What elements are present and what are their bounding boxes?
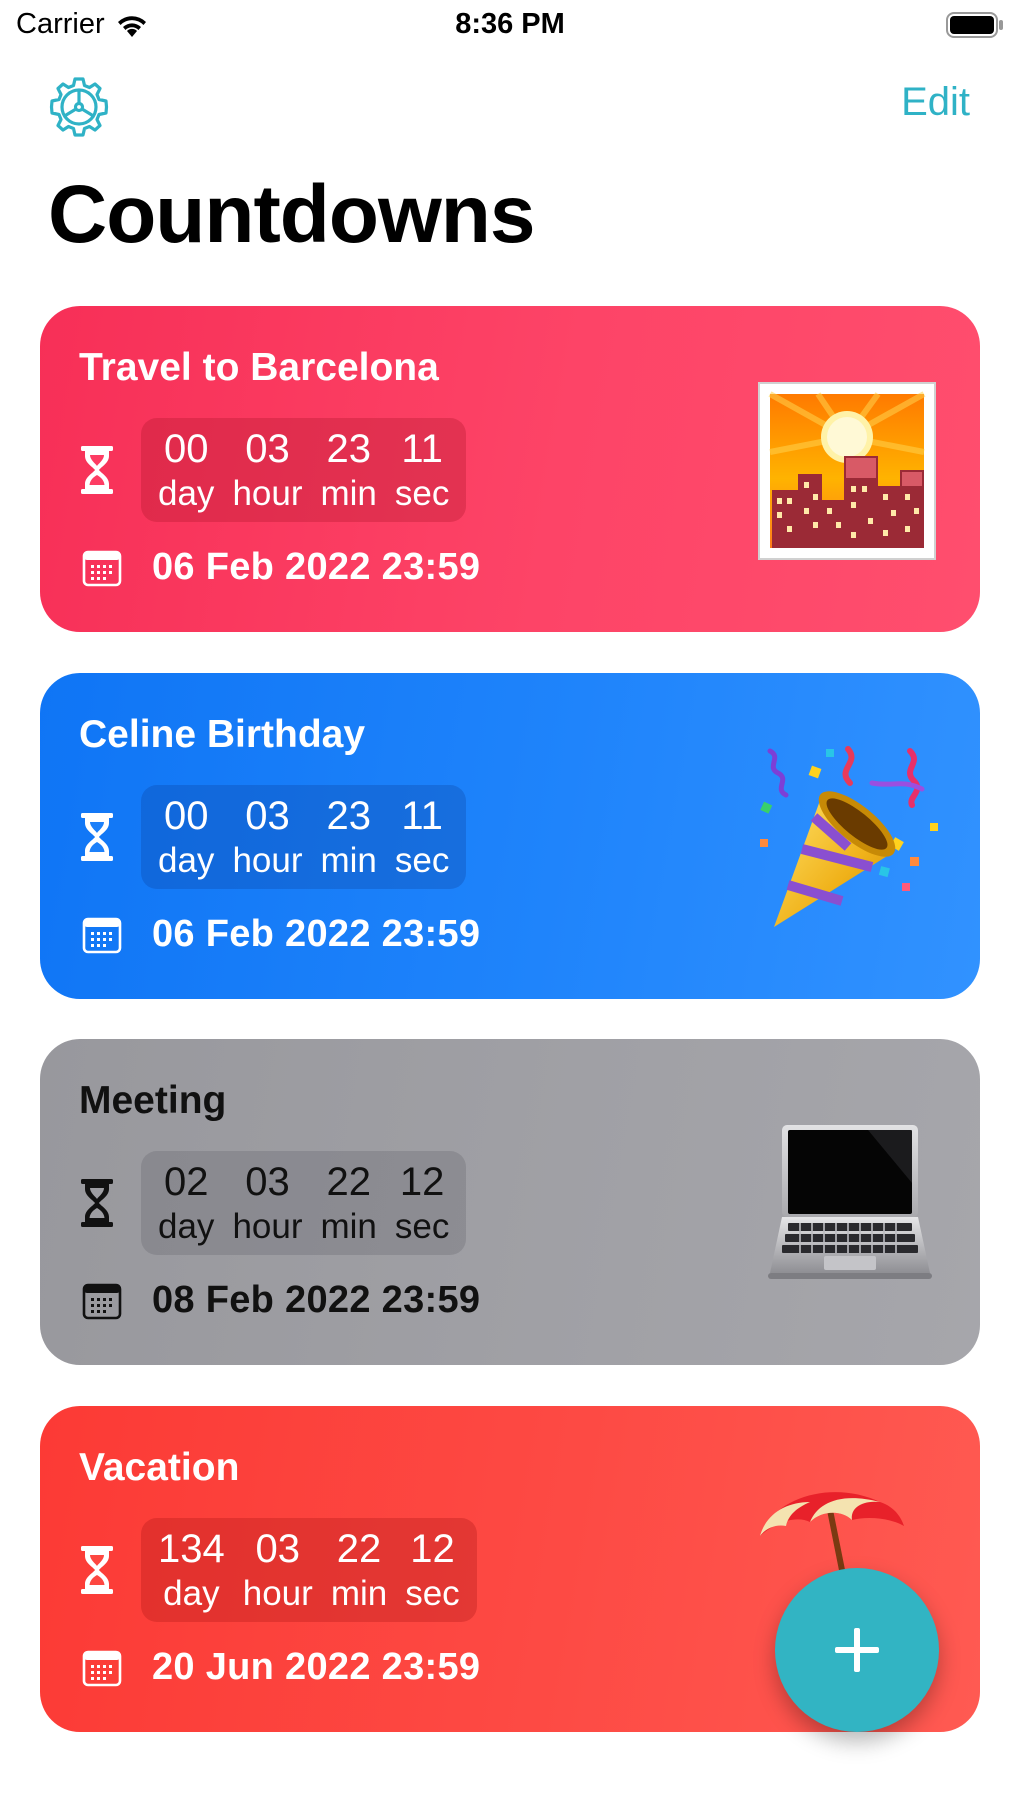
countdown-title: Travel to Barcelona bbox=[79, 346, 439, 389]
hourglass-icon bbox=[81, 446, 113, 494]
seconds-label: sec bbox=[394, 473, 450, 513]
days-value: 00 bbox=[163, 793, 209, 838]
timer-hours: 03 hour bbox=[223, 1159, 311, 1247]
seconds-label: sec bbox=[394, 1206, 450, 1246]
timer-seconds: 12 sec bbox=[396, 1526, 468, 1614]
settings-button[interactable] bbox=[48, 76, 110, 138]
countdown-date: 20 Jun 2022 23:59 bbox=[152, 1646, 481, 1688]
hours-label: hour bbox=[232, 473, 303, 513]
minutes-value: 22 bbox=[336, 1526, 382, 1571]
add-countdown-button[interactable] bbox=[775, 1568, 939, 1732]
calendar-icon bbox=[82, 1283, 122, 1319]
battery-icon bbox=[946, 12, 1003, 38]
countdown-date: 06 Feb 2022 23:59 bbox=[152, 913, 481, 955]
countdown-timer: 00 day 03 hour 23 min 11 sec bbox=[79, 781, 467, 893]
party-popper-emoji bbox=[760, 746, 938, 927]
page-title: Countdowns bbox=[48, 169, 535, 260]
timer-days: 134 day bbox=[149, 1526, 234, 1614]
timer-minutes: 22 min bbox=[312, 1159, 386, 1247]
countdown-timer: 00 day 03 hour 23 min 11 sec bbox=[79, 414, 467, 526]
days-label: day bbox=[163, 1573, 220, 1613]
timer-days: 00 day bbox=[149, 793, 223, 881]
days-value: 00 bbox=[163, 426, 209, 471]
seconds-value: 11 bbox=[401, 426, 443, 471]
calendar-icon bbox=[82, 550, 122, 586]
gear-icon bbox=[49, 77, 109, 137]
timer-hours: 03 hour bbox=[223, 426, 311, 514]
countdown-date: 06 Feb 2022 23:59 bbox=[152, 546, 481, 588]
days-value: 02 bbox=[163, 1159, 209, 1204]
countdown-card-meeting[interactable]: Meeting 02 day 03 hour 22 min 12 sec 08 … bbox=[40, 1039, 980, 1365]
countdown-timer: 134 day 03 hour 22 min 12 sec bbox=[79, 1514, 477, 1626]
minutes-value: 22 bbox=[326, 1159, 371, 1204]
timer-box: 00 day 03 hour 23 min 11 sec bbox=[141, 784, 467, 890]
minutes-value: 23 bbox=[326, 426, 371, 471]
hours-label: hour bbox=[232, 1206, 303, 1246]
seconds-value: 11 bbox=[401, 793, 443, 838]
seconds-label: sec bbox=[405, 1573, 460, 1613]
hourglass-icon bbox=[81, 1179, 113, 1227]
days-label: day bbox=[158, 1206, 215, 1246]
sunset-city-emoji bbox=[758, 382, 936, 560]
clock: 8:36 PM bbox=[455, 8, 565, 40]
timer-box: 00 day 03 hour 23 min 11 sec bbox=[141, 417, 467, 523]
countdown-title: Vacation bbox=[79, 1446, 240, 1489]
countdown-date-row: 06 Feb 2022 23:59 bbox=[82, 913, 480, 956]
seconds-value: 12 bbox=[399, 1159, 445, 1204]
timer-minutes: 23 min bbox=[312, 793, 386, 881]
hours-value: 03 bbox=[245, 793, 290, 838]
minutes-value: 23 bbox=[326, 793, 371, 838]
hours-label: hour bbox=[242, 1573, 313, 1613]
countdown-title: Meeting bbox=[79, 1079, 227, 1122]
timer-minutes: 23 min bbox=[312, 426, 386, 514]
timer-seconds: 12 sec bbox=[386, 1159, 458, 1247]
days-label: day bbox=[158, 840, 215, 880]
minutes-label: min bbox=[320, 1206, 377, 1246]
countdown-card-travel[interactable]: Travel to Barcelona 00 day 03 hour 23 mi… bbox=[40, 306, 980, 632]
countdown-title: Celine Birthday bbox=[79, 713, 366, 756]
seconds-label: sec bbox=[394, 840, 450, 880]
plus-icon bbox=[835, 1628, 879, 1672]
seconds-value: 12 bbox=[410, 1526, 455, 1571]
days-label: day bbox=[158, 473, 215, 513]
timer-minutes: 22 min bbox=[322, 1526, 396, 1614]
edit-button[interactable]: Edit bbox=[901, 80, 970, 125]
countdown-timer: 02 day 03 hour 22 min 12 sec bbox=[79, 1147, 467, 1259]
timer-hours: 03 hour bbox=[223, 793, 311, 881]
hours-value: 03 bbox=[255, 1526, 301, 1571]
days-value: 134 bbox=[158, 1526, 225, 1571]
hourglass-icon bbox=[81, 1546, 113, 1594]
minutes-label: min bbox=[320, 473, 377, 513]
status-bar: Carrier 8:36 PM bbox=[0, 0, 1020, 52]
hours-value: 03 bbox=[245, 1159, 290, 1204]
calendar-icon bbox=[82, 1650, 122, 1686]
hours-value: 03 bbox=[245, 426, 290, 471]
minutes-label: min bbox=[330, 1573, 388, 1613]
countdown-date: 08 Feb 2022 23:59 bbox=[152, 1279, 481, 1321]
hours-label: hour bbox=[232, 840, 303, 880]
timer-box: 02 day 03 hour 22 min 12 sec bbox=[141, 1150, 467, 1256]
timer-box: 134 day 03 hour 22 min 12 sec bbox=[141, 1517, 477, 1623]
minutes-label: min bbox=[320, 840, 377, 880]
countdown-date-row: 06 Feb 2022 23:59 bbox=[82, 546, 480, 589]
calendar-icon bbox=[82, 917, 122, 953]
countdown-card-birthday[interactable]: Celine Birthday 00 day 03 hour 23 min 11 bbox=[40, 673, 980, 999]
countdown-date-row: 08 Feb 2022 23:59 bbox=[82, 1279, 480, 1322]
hourglass-icon bbox=[81, 813, 113, 861]
timer-days: 00 day bbox=[149, 426, 223, 514]
timer-hours: 03 hour bbox=[234, 1526, 322, 1614]
timer-days: 02 day bbox=[149, 1159, 223, 1247]
countdown-date-row: 20 Jun 2022 23:59 bbox=[82, 1646, 480, 1689]
timer-seconds: 11 sec bbox=[386, 426, 458, 514]
laptop-emoji bbox=[768, 1125, 932, 1279]
timer-seconds: 11 sec bbox=[386, 793, 458, 881]
